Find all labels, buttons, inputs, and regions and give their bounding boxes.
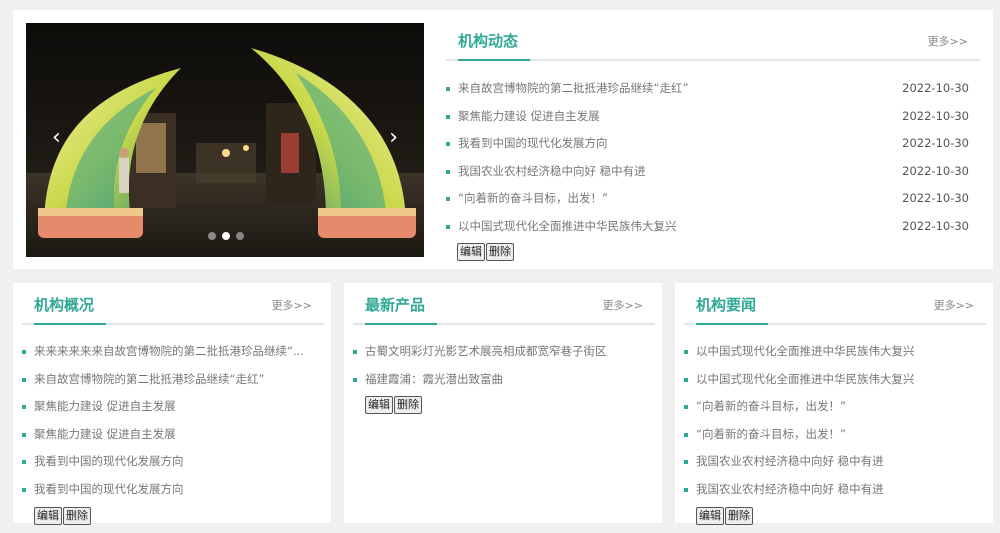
section-title: 机构概况 bbox=[34, 289, 107, 325]
news-title-link[interactable]: 聚焦能力建设 促进自主发展 bbox=[458, 103, 600, 131]
news-date: 2022-10-30 bbox=[902, 218, 969, 233]
news-title-link[interactable]: 以中国式现代化全面推进中华民族伟大复兴 bbox=[458, 213, 677, 241]
institution-overview-card: 机构概况 更多>> 来来来来来来自故宫博物院的第二批抵港珍品继续“... 来自故… bbox=[13, 283, 331, 525]
news-title-link[interactable]: 我国农业农村经济稳中向好 稳中有进 bbox=[696, 476, 884, 504]
list-item: 我看到中国的现代化发展方向 bbox=[22, 476, 312, 504]
more-link[interactable]: 更多>> bbox=[928, 33, 968, 49]
carousel-image bbox=[26, 23, 424, 257]
carousel-dot-3[interactable] bbox=[236, 232, 244, 240]
list-item: 以中国式现代化全面推进中华民族伟大复兴 2022-10-30 bbox=[446, 213, 969, 241]
list-item: 我国农业农村经济稳中向好 稳中有进 2022-10-30 bbox=[446, 158, 969, 186]
institution-news-card: 机构要闻 更多>> 以中国式现代化全面推进中华民族伟大复兴 以中国式现代化全面推… bbox=[675, 283, 993, 525]
carousel-next-arrow[interactable]: › bbox=[389, 127, 398, 149]
list-item: 来自故宫博物院的第二批抵港珍品继续“走红” bbox=[22, 366, 312, 394]
list-item: 聚焦能力建设 促进自主发展 bbox=[22, 393, 312, 421]
list-item: 来自故宫博物院的第二批抵港珍品继续“走红” 2022-10-30 bbox=[446, 75, 969, 103]
news-date: 2022-10-30 bbox=[902, 191, 969, 206]
section-header: 机构动态 更多>> bbox=[446, 25, 980, 61]
carousel-dots bbox=[208, 232, 244, 240]
list-item: 来来来来来来自故宫博物院的第二批抵港珍品继续“... bbox=[22, 338, 312, 366]
list-item: 以中国式现代化全面推进中华民族伟大复兴 bbox=[684, 338, 974, 366]
delete-button[interactable]: 删除 bbox=[394, 396, 422, 414]
action-buttons: 编辑 删除 bbox=[696, 507, 753, 525]
list-item: 我看到中国的现代化发展方向 bbox=[22, 448, 312, 476]
news-title-link[interactable]: 我看到中国的现代化发展方向 bbox=[34, 476, 184, 504]
list-item: “向着新的奋斗目标，出发！” bbox=[684, 421, 974, 449]
edit-button[interactable]: 编辑 bbox=[365, 396, 393, 414]
news-date: 2022-10-30 bbox=[902, 163, 969, 178]
image-carousel[interactable]: ‹ › bbox=[26, 23, 424, 257]
news-title-link[interactable]: 以中国式现代化全面推进中华民族伟大复兴 bbox=[696, 338, 915, 366]
news-title-link[interactable]: “向着新的奋斗目标，出发！” bbox=[696, 421, 846, 449]
news-date: 2022-10-30 bbox=[902, 108, 969, 123]
more-link[interactable]: 更多>> bbox=[603, 297, 643, 313]
delete-button[interactable]: 删除 bbox=[63, 507, 91, 525]
news-date: 2022-10-30 bbox=[902, 81, 969, 95]
news-title-link[interactable]: 我国农业农村经济稳中向好 稳中有进 bbox=[696, 448, 884, 476]
list-item: 以中国式现代化全面推进中华民族伟大复兴 bbox=[684, 366, 974, 394]
news-list: 以中国式现代化全面推进中华民族伟大复兴 以中国式现代化全面推进中华民族伟大复兴 … bbox=[684, 338, 974, 504]
list-item: 我国农业农村经济稳中向好 稳中有进 bbox=[684, 448, 974, 476]
latest-products-card: 最新产品 更多>> 古蜀文明彩灯光影艺术展亮相成都宽窄巷子街区 福建霞浦：霞光潜… bbox=[344, 283, 662, 523]
news-title-link[interactable]: “向着新的奋斗目标，出发！” bbox=[696, 393, 846, 421]
section-header: 机构要闻 更多>> bbox=[684, 289, 986, 325]
list-item: 我国农业农村经济稳中向好 稳中有进 bbox=[684, 476, 974, 504]
edit-button[interactable]: 编辑 bbox=[34, 507, 62, 525]
section-title: 机构动态 bbox=[458, 25, 531, 61]
news-list: 来来来来来来自故宫博物院的第二批抵港珍品继续“... 来自故宫博物院的第二批抵港… bbox=[22, 338, 312, 504]
news-list: 来自故宫博物院的第二批抵港珍品继续“走红” 2022-10-30 聚焦能力建设 促… bbox=[446, 75, 969, 241]
list-item: 聚焦能力建设 促进自主发展 2022-10-30 bbox=[446, 103, 969, 131]
delete-button[interactable]: 删除 bbox=[725, 507, 753, 525]
news-title-link[interactable]: 来来来来来来自故宫博物院的第二批抵港珍品继续“... bbox=[34, 338, 304, 366]
news-title-link[interactable]: 来自故宫博物院的第二批抵港珍品继续“走红” bbox=[458, 75, 688, 103]
news-title-link[interactable]: 我国农业农村经济稳中向好 稳中有进 bbox=[458, 158, 646, 186]
news-title-link[interactable]: “向着新的奋斗目标，出发！” bbox=[458, 185, 608, 213]
edit-button[interactable]: 编辑 bbox=[457, 243, 485, 261]
action-buttons: 编辑 删除 bbox=[34, 507, 91, 525]
list-item: 聚焦能力建设 促进自主发展 bbox=[22, 421, 312, 449]
news-date: 2022-10-30 bbox=[902, 136, 969, 151]
news-title-link[interactable]: 以中国式现代化全面推进中华民族伟大复兴 bbox=[696, 366, 915, 394]
list-item: 我看到中国的现代化发展方向 2022-10-30 bbox=[446, 130, 969, 158]
delete-button[interactable]: 删除 bbox=[486, 243, 514, 261]
carousel-prev-arrow[interactable]: ‹ bbox=[52, 127, 61, 149]
institution-dynamics-panel: ‹ › 机构动态 更多>> 来自故宫博物院的第二批抵港珍品继续“走红” 2022-… bbox=[13, 10, 993, 269]
action-buttons: 编辑 删除 bbox=[457, 243, 514, 261]
section-title: 机构要闻 bbox=[696, 289, 769, 325]
news-title-link[interactable]: 聚焦能力建设 促进自主发展 bbox=[34, 421, 176, 449]
news-title-link[interactable]: 聚焦能力建设 促进自主发展 bbox=[34, 393, 176, 421]
carousel-dot-2[interactable] bbox=[222, 232, 230, 240]
list-item: 古蜀文明彩灯光影艺术展亮相成都宽窄巷子街区 bbox=[353, 338, 643, 366]
section-header: 最新产品 更多>> bbox=[353, 289, 655, 325]
news-title-link[interactable]: 福建霞浦：霞光潜出致富曲 bbox=[365, 366, 503, 394]
section-title: 最新产品 bbox=[365, 289, 438, 325]
more-link[interactable]: 更多>> bbox=[934, 297, 974, 313]
news-title-link[interactable]: 古蜀文明彩灯光影艺术展亮相成都宽窄巷子街区 bbox=[365, 338, 607, 366]
news-title-link[interactable]: 我看到中国的现代化发展方向 bbox=[34, 448, 184, 476]
news-title-link[interactable]: 我看到中国的现代化发展方向 bbox=[458, 130, 608, 158]
news-list: 古蜀文明彩灯光影艺术展亮相成都宽窄巷子街区 福建霞浦：霞光潜出致富曲 bbox=[353, 338, 643, 393]
news-title-link[interactable]: 来自故宫博物院的第二批抵港珍品继续“走红” bbox=[34, 366, 264, 394]
carousel-dot-1[interactable] bbox=[208, 232, 216, 240]
more-link[interactable]: 更多>> bbox=[272, 297, 312, 313]
section-header: 机构概况 更多>> bbox=[22, 289, 324, 325]
action-buttons: 编辑 删除 bbox=[365, 396, 422, 414]
list-item: “向着新的奋斗目标，出发！” 2022-10-30 bbox=[446, 185, 969, 213]
edit-button[interactable]: 编辑 bbox=[696, 507, 724, 525]
list-item: 福建霞浦：霞光潜出致富曲 bbox=[353, 366, 643, 394]
list-item: “向着新的奋斗目标，出发！” bbox=[684, 393, 974, 421]
